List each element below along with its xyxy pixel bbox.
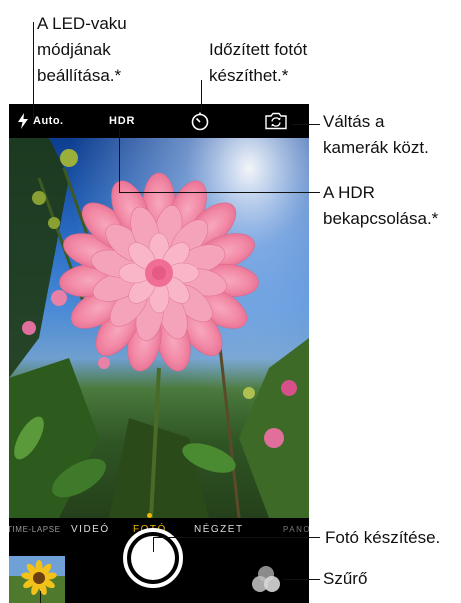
callout-filter: Szűrő: [323, 569, 368, 588]
timer-icon[interactable]: [190, 111, 210, 131]
leader-filter: [283, 579, 320, 580]
last-photo-thumbnail[interactable]: [9, 556, 65, 603]
callout-hdr: A HDR bekapcsolása.*: [323, 183, 439, 228]
leader-hdr-vertical: [119, 128, 120, 192]
viewfinder[interactable]: [9, 138, 309, 518]
flash-icon[interactable]: [17, 113, 29, 129]
callout-flash: A LED-vaku módjának beállítása.*: [37, 14, 127, 85]
mode-timelapse[interactable]: TIME-LAPSE: [9, 525, 61, 534]
leader-thumbnail: [40, 591, 41, 603]
mode-pano[interactable]: PANO: [283, 525, 309, 534]
leader-switch: [292, 124, 320, 125]
leader-hdr-horizontal: [119, 192, 320, 193]
mode-square[interactable]: NÉGZET: [194, 524, 244, 535]
leader-timer: [201, 80, 202, 110]
selected-mode-indicator: [147, 513, 152, 518]
callout-shutter: Fotó készítése.: [325, 528, 441, 547]
camera-top-bar: Auto. HDR: [9, 104, 309, 138]
filter-icon[interactable]: [250, 564, 282, 596]
camera-switch-icon[interactable]: [264, 112, 288, 130]
leader-shutter-vertical: [153, 537, 154, 552]
leader-flash: [33, 22, 34, 120]
flash-mode-label[interactable]: Auto.: [33, 115, 64, 127]
callout-camera-switch: Váltás a kamerák közt.: [323, 112, 429, 157]
hdr-toggle[interactable]: HDR: [109, 115, 135, 127]
camera-screen: Auto. HDR TIME-LAPSE VIDEÓ NÉGZET PANO: [9, 104, 309, 603]
callout-timer: Időzített fotót készíthet.*: [209, 40, 308, 85]
leader-shutter-horizontal: [153, 537, 320, 538]
mode-video[interactable]: VIDEÓ: [71, 524, 110, 535]
